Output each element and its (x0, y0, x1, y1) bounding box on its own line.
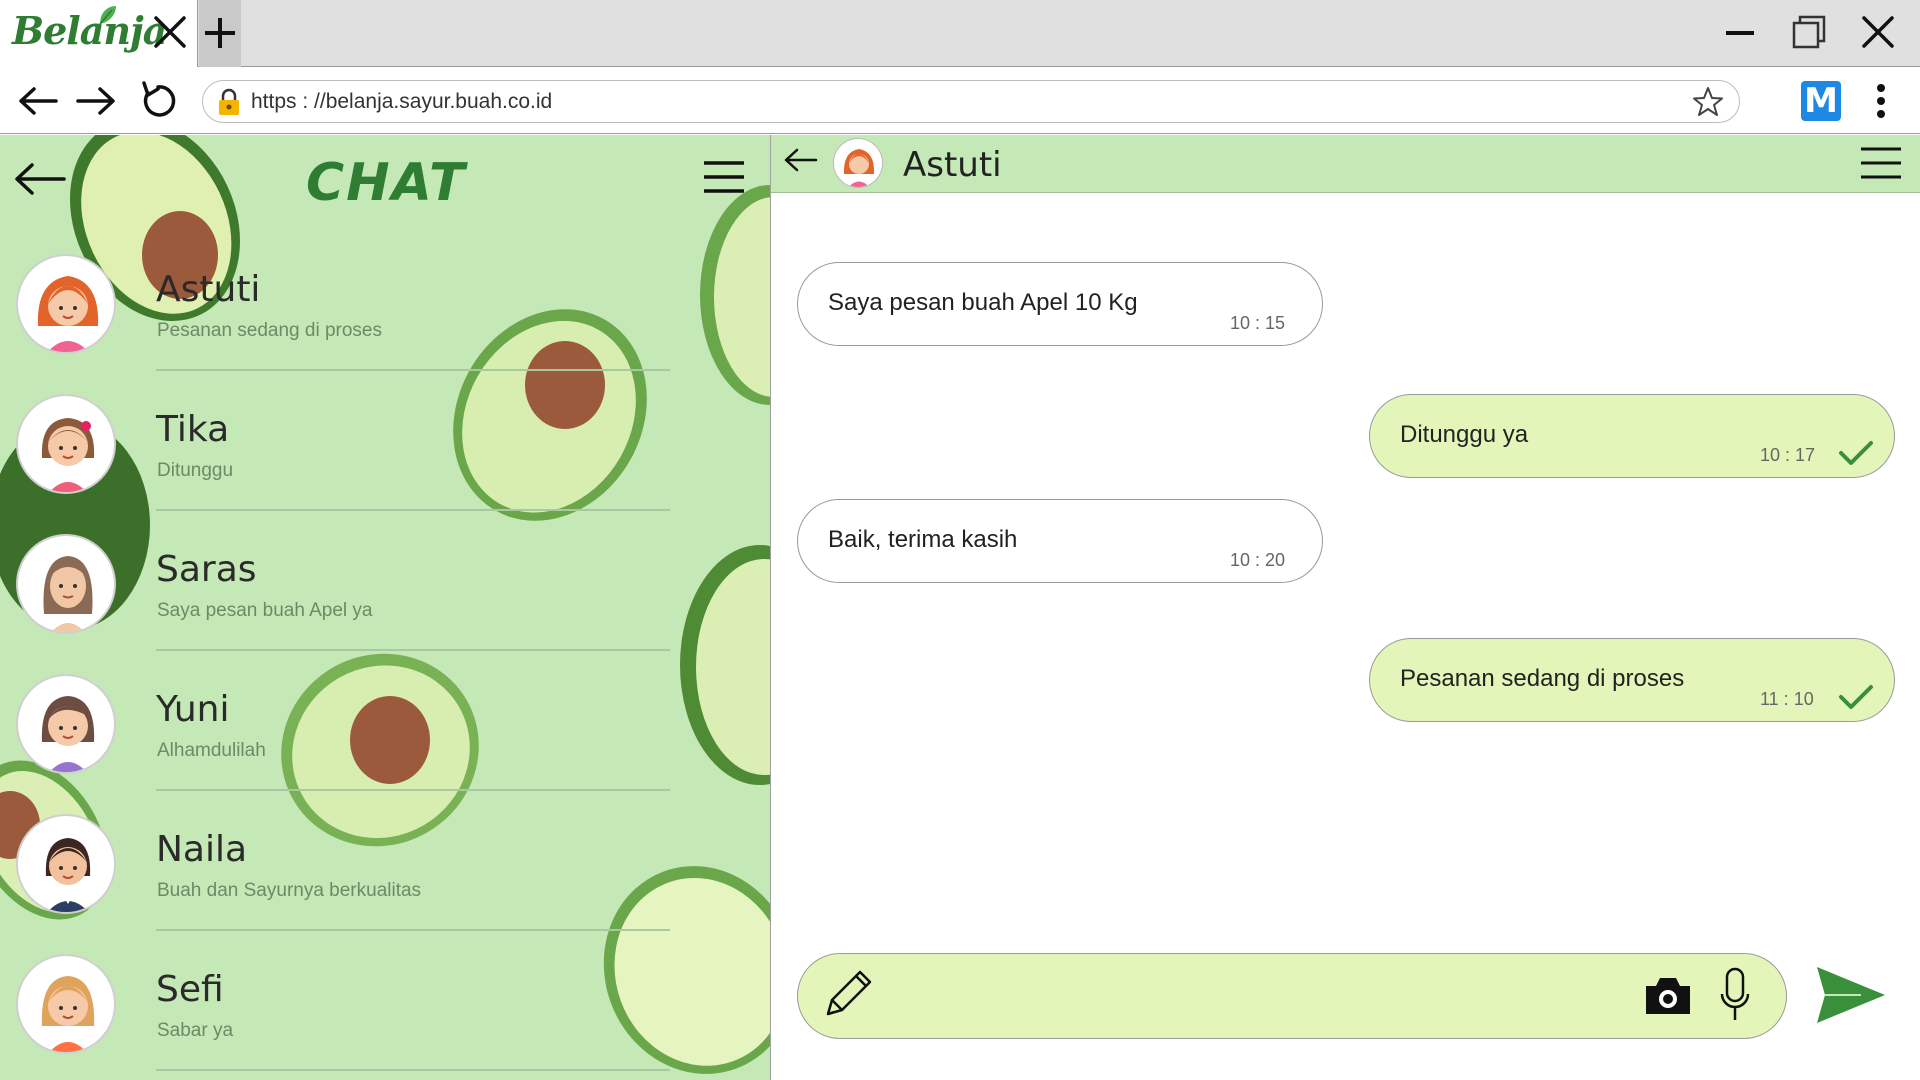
avatar (16, 254, 116, 354)
contact-item-naila[interactable]: Naila Buah dan Sayurnya berkualitas (0, 805, 680, 945)
contact-name: Naila (156, 829, 248, 870)
message-time: 11 : 10 (1760, 689, 1814, 709)
avatar (16, 534, 116, 634)
divider (156, 369, 670, 371)
contact-preview: Buah dan Sayurnya berkualitas (157, 880, 422, 901)
divider (156, 789, 670, 791)
message-bubble-incoming[interactable]: Saya pesan buah Apel 10 Kg 10 : 15 (797, 262, 1323, 346)
contact-preview: Pesanan sedang di proses (157, 320, 382, 341)
contact-item-saras[interactable]: Saras Saya pesan buah Apel ya (0, 525, 680, 665)
hamburger-menu-icon[interactable] (1859, 143, 1903, 183)
plus-icon (205, 18, 235, 48)
window-close-icon[interactable] (1854, 10, 1902, 56)
contact-preview: Saya pesan buah Apel ya (157, 600, 373, 621)
contact-preview: Alhamdulilah (157, 740, 266, 761)
contact-preview: Sabar ya (157, 1020, 234, 1041)
avatar (16, 394, 116, 494)
brand-logo: Belanja (12, 8, 167, 53)
contact-item-tika[interactable]: Tika Ditunggu (0, 385, 680, 525)
conversation-title: Astuti (903, 145, 1002, 185)
avatar[interactable] (833, 138, 883, 188)
message-time: 10 : 17 (1760, 445, 1816, 465)
microphone-icon[interactable] (1718, 966, 1752, 1024)
conversation-panel: Astuti Saya pesan buah Apel 10 Kg 10 : 1… (770, 135, 1920, 1080)
message-bubble-incoming[interactable]: Baik, terima kasih 10 : 20 (797, 499, 1323, 583)
extension-button[interactable]: M (1801, 81, 1841, 121)
restore-icon[interactable] (1784, 10, 1832, 56)
page-title: CHAT (306, 153, 467, 213)
message-text: Baik, terima kasih (828, 526, 1018, 553)
message-text: Ditunggu ya (1400, 421, 1529, 448)
chat-list-panel: CHAT Astuti Pesanan sedang di proses Tik… (0, 135, 770, 1080)
back-arrow-icon[interactable] (12, 157, 68, 201)
contact-name: Tika (156, 409, 230, 450)
contact-name: Sefi (156, 969, 224, 1010)
contact-item-yuni[interactable]: Yuni Alhamdulilah (0, 665, 680, 805)
message-text: Pesanan sedang di proses (1400, 665, 1685, 692)
forward-arrow-icon[interactable] (74, 79, 118, 123)
contact-name: Saras (156, 549, 257, 590)
reload-icon[interactable] (136, 79, 180, 123)
message-time: 10 : 20 (1230, 550, 1286, 570)
read-check-icon (1839, 441, 1873, 465)
contact-name: Astuti (156, 269, 261, 310)
address-bar: https : //belanja.sayur.buah.co.id M (0, 67, 1920, 134)
leaf-icon (99, 6, 116, 25)
divider (156, 649, 670, 651)
close-icon[interactable] (150, 12, 190, 52)
star-icon[interactable] (1691, 85, 1725, 119)
back-arrow-icon[interactable] (16, 79, 60, 123)
url-field[interactable]: https : //belanja.sayur.buah.co.id (202, 80, 1740, 123)
contact-name: Yuni (156, 689, 230, 730)
divider (156, 1069, 670, 1071)
camera-icon[interactable] (1642, 972, 1694, 1020)
send-icon[interactable] (1813, 961, 1889, 1029)
divider (156, 509, 670, 511)
pencil-icon (826, 970, 872, 1016)
contact-item-astuti[interactable]: Astuti Pesanan sedang di proses (0, 245, 680, 385)
new-tab-button[interactable] (199, 0, 241, 67)
lock-icon (219, 88, 239, 115)
avatar (16, 814, 116, 914)
tab-strip: Belanja (0, 0, 1920, 67)
conversation-header: Astuti (771, 135, 1920, 193)
kebab-menu-icon[interactable] (1866, 81, 1896, 121)
avatar (16, 674, 116, 774)
message-bubble-outgoing[interactable]: Pesanan sedang di proses 11 : 10 (1369, 638, 1895, 722)
divider (156, 929, 670, 931)
back-arrow-icon[interactable] (783, 145, 819, 175)
contact-preview: Ditunggu (157, 460, 234, 481)
message-bubble-outgoing[interactable]: Ditunggu ya 10 : 17 (1369, 394, 1895, 478)
contact-item-sefi[interactable]: Sefi Sabar ya (0, 945, 680, 1080)
avatar (16, 954, 116, 1054)
url-text: https : //belanja.sayur.buah.co.id (251, 90, 553, 113)
avocado-decoration (700, 185, 770, 405)
browser-tab[interactable]: Belanja (0, 0, 198, 67)
message-text: Saya pesan buah Apel 10 Kg (828, 289, 1138, 316)
read-check-icon (1839, 685, 1873, 709)
message-time: 10 : 15 (1230, 313, 1286, 333)
hamburger-menu-icon[interactable] (702, 157, 746, 197)
minimize-icon[interactable] (1716, 10, 1764, 56)
message-input[interactable] (797, 953, 1787, 1039)
